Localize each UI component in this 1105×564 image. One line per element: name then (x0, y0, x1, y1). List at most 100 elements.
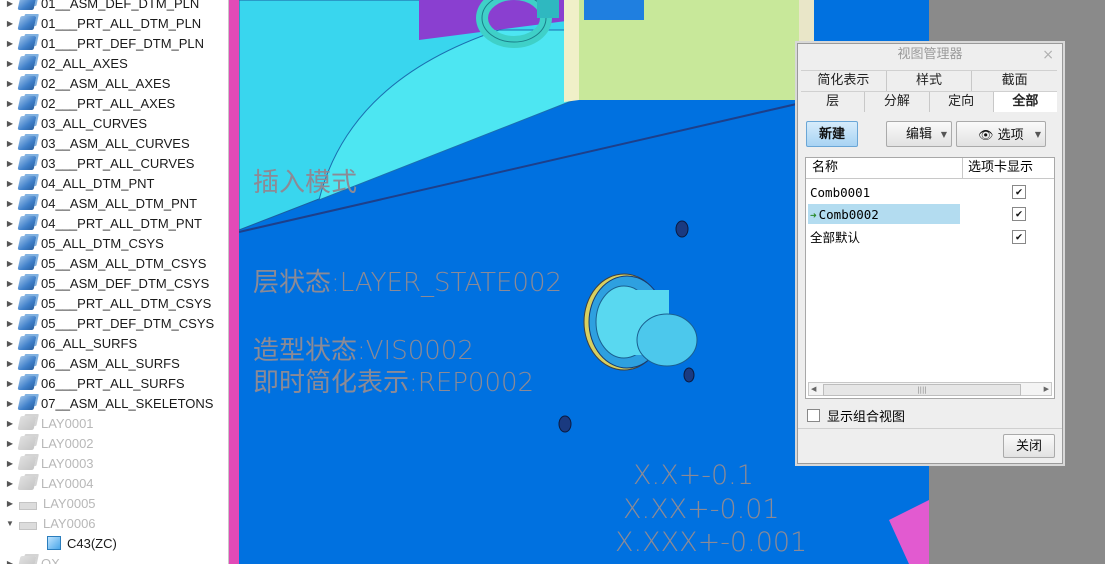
tree-item[interactable]: ▶ 06___PRT_ALL_SURFS (0, 373, 228, 393)
tab-simplified-rep[interactable]: 简化表示 (801, 71, 887, 91)
list-item[interactable]: 全部默认 ✔ (806, 226, 1054, 248)
tree-item[interactable]: ▶ LAY0002 (0, 433, 228, 453)
expand-triangle-icon[interactable]: ▶ (5, 239, 15, 248)
expand-triangle-icon[interactable]: ▶ (5, 139, 15, 148)
tab-display-checkbox[interactable]: ✔ (1012, 185, 1026, 199)
collapse-triangle-icon[interactable]: ▼ (5, 519, 15, 528)
tab-row-1: 简化表示 样式 截面 (801, 70, 1057, 91)
expand-triangle-icon[interactable]: ▶ (5, 559, 15, 564)
tab-display-checkbox[interactable]: ✔ (1012, 230, 1026, 244)
simplified-rep-label: 即时简化表示:REP0002 (253, 368, 535, 398)
tree-item[interactable]: ▶ LAY0001 (0, 413, 228, 433)
expand-triangle-icon[interactable]: ▶ (5, 419, 15, 428)
expand-triangle-icon[interactable]: ▶ (5, 299, 15, 308)
expand-triangle-icon[interactable]: ▶ (5, 119, 15, 128)
chevron-down-icon: ▼ (1034, 130, 1041, 139)
expand-triangle-icon[interactable]: ▶ (5, 0, 15, 8)
expand-triangle-icon[interactable]: ▶ (5, 179, 15, 188)
tree-item[interactable]: ▶ 01___PRT_DEF_DTM_PLN (0, 33, 228, 53)
tab-orient[interactable]: 定向 (930, 92, 994, 112)
expand-triangle-icon[interactable]: ▶ (5, 159, 15, 168)
expand-triangle-icon[interactable]: ▶ (5, 19, 15, 28)
tree-item-label: 05_ALL_DTM_CSYS (41, 235, 164, 251)
edit-button[interactable]: 编辑 ▼ (886, 121, 952, 147)
scroll-left-icon[interactable]: ◀ (811, 383, 816, 395)
scroll-right-icon[interactable]: ▶ (1044, 383, 1049, 395)
tree-item[interactable]: ▶ 06_ALL_SURFS (0, 333, 228, 353)
tree-item[interactable]: ▶ LAY0004 (0, 473, 228, 493)
expand-triangle-icon[interactable]: ▶ (5, 439, 15, 448)
tab-explode[interactable]: 分解 (865, 92, 930, 112)
column-tab-display[interactable]: 选项卡显示 (962, 158, 1054, 178)
expand-triangle-icon[interactable]: ▶ (5, 479, 15, 488)
tree-item[interactable]: ▶ 01__ASM_DEF_DTM_PLN (0, 0, 228, 13)
tab-section[interactable]: 截面 (972, 71, 1057, 91)
expand-triangle-icon[interactable]: ▶ (5, 99, 15, 108)
layer-icon (17, 56, 37, 70)
tree-item[interactable]: ▶ LAY0003 (0, 453, 228, 473)
horizontal-scrollbar[interactable]: ◀ |||| ▶ (808, 382, 1052, 396)
expand-triangle-icon[interactable]: ▶ (5, 59, 15, 68)
expand-triangle-icon[interactable]: ▶ (5, 399, 15, 408)
expand-triangle-icon[interactable]: ▶ (5, 319, 15, 328)
tree-item[interactable]: ▶ 05__ASM_ALL_DTM_CSYS (0, 253, 228, 273)
tree-item[interactable]: ▶ 04___PRT_ALL_DTM_PNT (0, 213, 228, 233)
layer-icon (17, 196, 37, 210)
tree-item[interactable]: ▶C43(ZC) (0, 533, 228, 553)
layer-icon (17, 116, 37, 130)
show-combined-row[interactable]: 显示组合视图 (807, 406, 905, 425)
tree-item-label: 04___PRT_ALL_DTM_PNT (41, 215, 202, 231)
tree-item[interactable]: ▶ 05__ASM_DEF_DTM_CSYS (0, 273, 228, 293)
view-manager-dialog: 视图管理器 × 简化表示 样式 截面 层 分解 定向 全部 新建 编辑 ▼ 👁 … (797, 43, 1063, 464)
tree-item[interactable]: ▶ 07__ASM_ALL_SKELETONS (0, 393, 228, 413)
new-button[interactable]: 新建 (806, 121, 858, 147)
tree-item-label: 02_ALL_AXES (41, 55, 128, 71)
tree-item[interactable]: ▶ 03__ASM_ALL_CURVES (0, 133, 228, 153)
expand-triangle-icon[interactable]: ▶ (5, 219, 15, 228)
tab-display-checkbox[interactable]: ✔ (1012, 207, 1026, 221)
tab-all[interactable]: 全部 (993, 92, 1057, 112)
tree-item[interactable]: ▶ QX (0, 553, 228, 564)
column-name[interactable]: 名称 (812, 158, 838, 178)
close-button[interactable]: 关闭 (1003, 434, 1055, 458)
close-icon[interactable]: × (1042, 44, 1054, 66)
expand-triangle-icon[interactable]: ▶ (5, 499, 15, 508)
tree-item[interactable]: ▶ 02___PRT_ALL_AXES (0, 93, 228, 113)
list-item[interactable]: Comb0001 ✔ (806, 181, 1054, 203)
expand-triangle-icon[interactable]: ▶ (5, 359, 15, 368)
scrollbar-thumb[interactable]: |||| (823, 384, 1021, 396)
expand-triangle-icon[interactable]: ▶ (5, 39, 15, 48)
tree-item[interactable]: ▶ 04_ALL_DTM_PNT (0, 173, 228, 193)
layer-icon (17, 36, 37, 50)
expand-triangle-icon[interactable]: ▶ (5, 339, 15, 348)
tree-item[interactable]: ▶ 05___PRT_DEF_DTM_CSYS (0, 313, 228, 333)
tree-item[interactable]: ▶ 02__ASM_ALL_AXES (0, 73, 228, 93)
expand-triangle-icon[interactable]: ▶ (5, 379, 15, 388)
tree-item[interactable]: ▶ 05_ALL_DTM_CSYS (0, 233, 228, 253)
tree-item[interactable]: ▶ LAY0005 (0, 493, 228, 513)
expand-triangle-icon[interactable]: ▶ (5, 79, 15, 88)
active-arrow-icon: ➜ (810, 209, 817, 222)
tab-style[interactable]: 样式 (887, 71, 973, 91)
tree-item[interactable]: ▼ LAY0006 (0, 513, 228, 533)
show-combined-checkbox[interactable] (807, 409, 820, 422)
tree-item[interactable]: ▶ 04__ASM_ALL_DTM_PNT (0, 193, 228, 213)
list-item[interactable]: ➜ Comb0002 ✔ (806, 203, 1054, 225)
tree-item[interactable]: ▶ 03___PRT_ALL_CURVES (0, 153, 228, 173)
options-button[interactable]: 👁 选项 ▼ (956, 121, 1046, 147)
tree-item-label: 03_ALL_CURVES (41, 115, 147, 131)
tree-item[interactable]: ▶ 03_ALL_CURVES (0, 113, 228, 133)
dialog-title-bar[interactable]: 视图管理器 × (798, 44, 1062, 66)
part-cube-icon (47, 536, 61, 550)
tree-item[interactable]: ▶ 06__ASM_ALL_SURFS (0, 353, 228, 373)
expand-triangle-icon[interactable]: ▶ (5, 279, 15, 288)
expand-triangle-icon[interactable]: ▶ (5, 199, 15, 208)
tree-item[interactable]: ▶ 01___PRT_ALL_DTM_PLN (0, 13, 228, 33)
expand-triangle-icon[interactable]: ▶ (5, 259, 15, 268)
chevron-down-icon: ▼ (940, 130, 947, 139)
layer-icon (17, 316, 37, 330)
tab-layer[interactable]: 层 (801, 92, 866, 112)
tree-item[interactable]: ▶ 02_ALL_AXES (0, 53, 228, 73)
tree-item[interactable]: ▶ 05___PRT_ALL_DTM_CSYS (0, 293, 228, 313)
expand-triangle-icon[interactable]: ▶ (5, 459, 15, 468)
